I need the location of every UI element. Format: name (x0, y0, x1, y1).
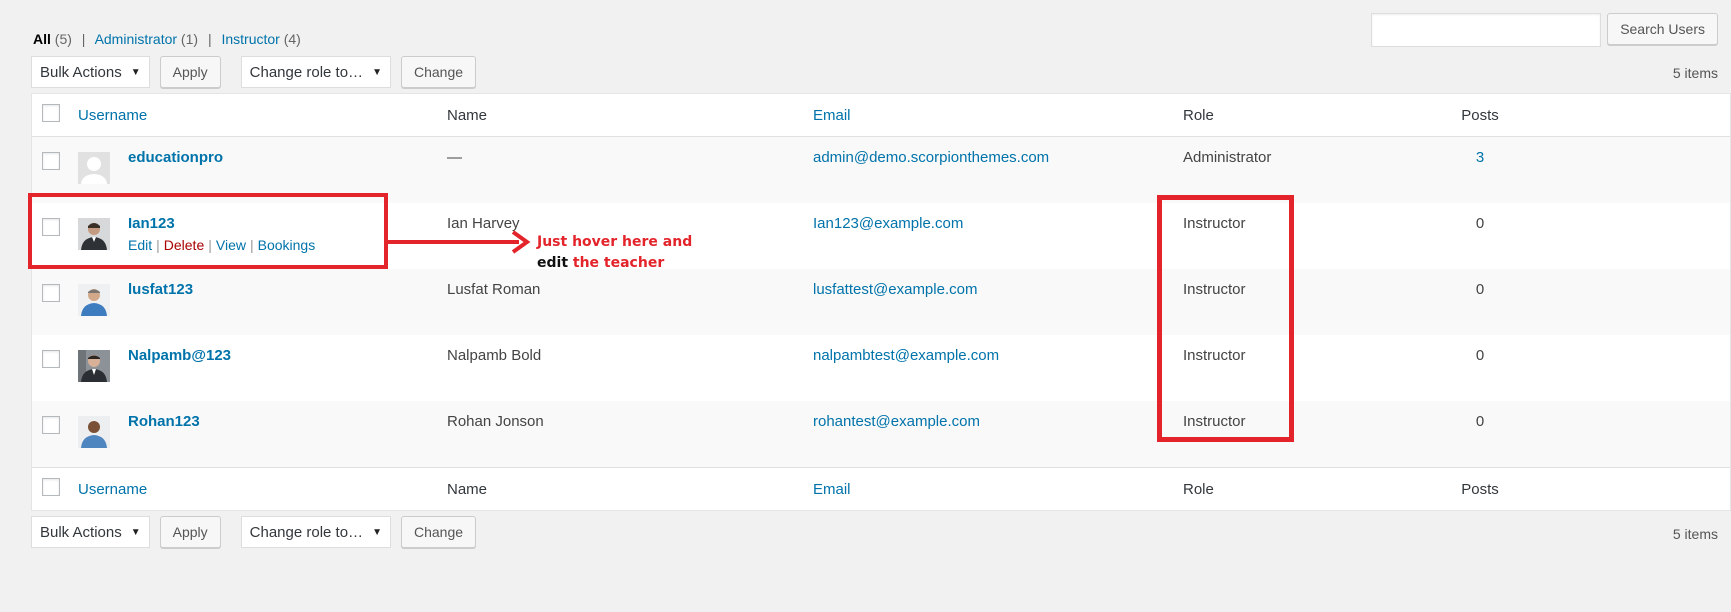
change-role-label: Change role to… (249, 523, 364, 541)
avatar (78, 416, 110, 448)
annotation-arrow-icon (385, 230, 531, 254)
annotation-line-1: Just hover here and (537, 234, 693, 250)
user-name: — (447, 149, 462, 166)
annotation-line-2-red: the teacher (572, 255, 665, 271)
email-link[interactable]: admin@demo.scorpionthemes.com (813, 149, 1049, 166)
search-users-button[interactable]: Search Users (1607, 13, 1718, 45)
user-name: Lusfat Roman (447, 281, 541, 298)
filter-separator: | (207, 31, 212, 47)
filter-all-count: (5) (54, 31, 72, 47)
username-link[interactable]: lusfat123 (128, 281, 193, 298)
tablenav-bottom: Bulk Actions ▼ Apply Change role to… ▼ C… (31, 516, 477, 548)
items-count: 5 items (1672, 526, 1718, 542)
caret-down-icon: ▼ (130, 526, 141, 538)
annotation-text: Just hover here and edit the teacher (537, 232, 692, 274)
change-role-select[interactable]: Change role to… ▼ (240, 56, 391, 88)
column-name: Name (447, 106, 488, 124)
posts-count: 0 (1475, 215, 1485, 232)
filter-instructor-count: (4) (283, 31, 301, 47)
table-row: Nalpamb@123 Nalpamb Bold nalpambtest@exa… (32, 335, 1730, 401)
table-header: Username Name Email Role Posts (32, 94, 1730, 137)
change-role-select[interactable]: Change role to… ▼ (240, 516, 391, 548)
search-input[interactable] (1371, 13, 1602, 47)
posts-count: 0 (1475, 281, 1485, 298)
posts-count: 0 (1475, 413, 1485, 430)
annotation-line-2-black: edit (537, 255, 569, 271)
email-link[interactable]: Ian123@example.com (813, 215, 963, 232)
change-button[interactable]: Change (400, 516, 477, 548)
column-username[interactable]: Username (78, 481, 147, 498)
filter-administrator-count: (1) (180, 31, 199, 47)
bulk-actions-label: Bulk Actions (40, 523, 122, 541)
change-button[interactable]: Change (400, 56, 477, 88)
column-posts: Posts (1461, 480, 1499, 498)
column-role: Role (1183, 106, 1214, 124)
column-posts: Posts (1461, 106, 1499, 124)
column-email[interactable]: Email (813, 481, 851, 498)
apply-button[interactable]: Apply (159, 516, 221, 548)
user-role-filters: All (5) | Administrator (1) | Instructor… (33, 31, 301, 47)
row-checkbox[interactable] (42, 350, 60, 368)
annotation-highlight-user (28, 193, 388, 269)
row-checkbox[interactable] (42, 416, 60, 434)
bulk-actions-select[interactable]: Bulk Actions ▼ (31, 516, 150, 548)
avatar (78, 284, 110, 316)
bulk-actions-label: Bulk Actions (40, 63, 122, 81)
search-box: Search Users (1371, 13, 1718, 47)
apply-button[interactable]: Apply (159, 56, 221, 88)
table-footer: Username Name Email Role Posts (32, 467, 1730, 510)
avatar (78, 350, 110, 382)
row-checkbox[interactable] (42, 284, 60, 302)
bulk-actions-select[interactable]: Bulk Actions ▼ (31, 56, 150, 88)
user-name: Nalpamb Bold (447, 347, 542, 364)
table-row: lusfat123 Lusfat Roman lusfattest@exampl… (32, 269, 1730, 335)
select-all-checkbox-footer[interactable] (42, 478, 60, 496)
filter-separator: | (81, 31, 86, 47)
avatar (78, 152, 110, 184)
change-role-label: Change role to… (249, 63, 364, 81)
items-count: 5 items (1672, 65, 1718, 81)
tablenav-top: Bulk Actions ▼ Apply Change role to… ▼ C… (31, 56, 477, 88)
email-link[interactable]: lusfattest@example.com (813, 281, 977, 298)
caret-down-icon: ▼ (372, 66, 382, 78)
posts-count: 0 (1475, 347, 1485, 364)
user-name: Rohan Jonson (447, 413, 544, 430)
row-checkbox[interactable] (42, 152, 60, 170)
table-row: Rohan123 Rohan Jonson rohantest@example.… (32, 401, 1730, 467)
users-table: Username Name Email Role Posts education… (31, 93, 1731, 511)
email-link[interactable]: rohantest@example.com (813, 413, 980, 430)
caret-down-icon: ▼ (372, 526, 382, 538)
column-role: Role (1183, 480, 1214, 498)
annotation-highlight-role (1157, 195, 1294, 442)
email-link[interactable]: nalpambtest@example.com (813, 347, 999, 364)
column-name: Name (447, 480, 488, 498)
caret-down-icon: ▼ (130, 66, 141, 78)
column-email[interactable]: Email (813, 107, 851, 124)
username-link[interactable]: educationpro (128, 149, 223, 166)
column-username[interactable]: Username (78, 107, 147, 124)
posts-count-link[interactable]: 3 (1476, 149, 1484, 166)
username-link[interactable]: Rohan123 (128, 413, 200, 430)
username-link[interactable]: Nalpamb@123 (128, 347, 231, 364)
select-all-checkbox[interactable] (42, 104, 60, 122)
filter-administrator[interactable]: Administrator (95, 31, 177, 47)
filter-all[interactable]: All (33, 31, 51, 47)
filter-instructor[interactable]: Instructor (221, 31, 279, 47)
